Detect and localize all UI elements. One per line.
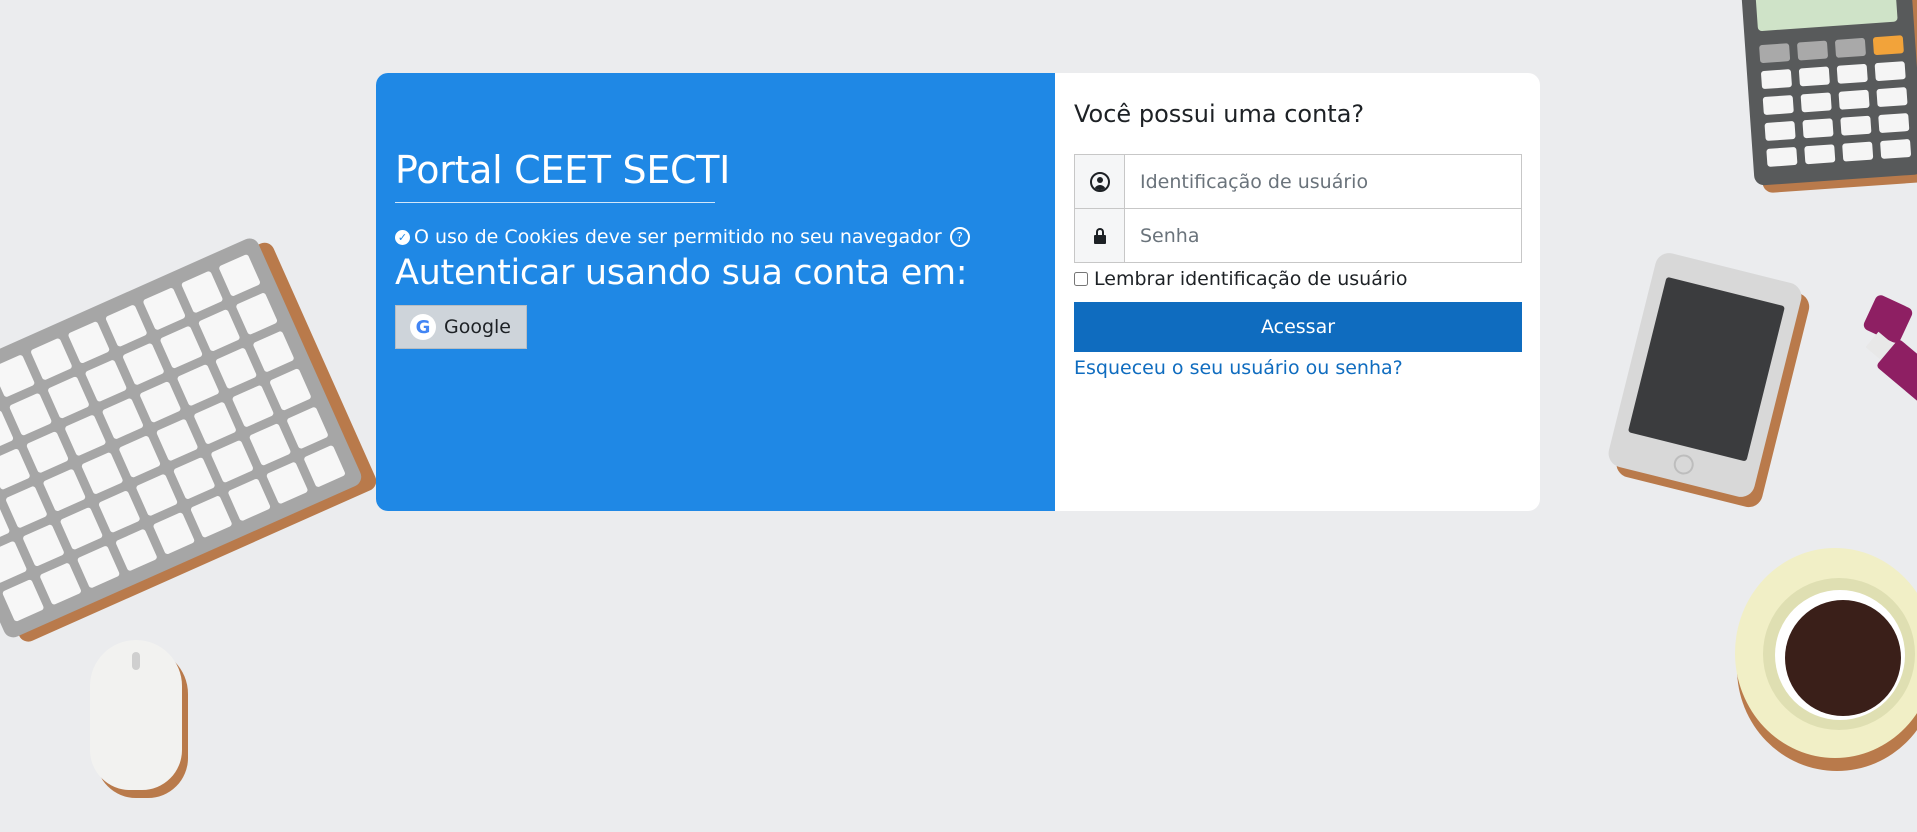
brand-panel: Portal CEET SECTI ✓ O uso de Cookies dev… (376, 73, 1055, 511)
lock-icon (1093, 227, 1106, 244)
forgot-password-link[interactable]: Esqueceu o seu usuário ou senha? (1074, 355, 1403, 381)
username-addon (1075, 155, 1125, 208)
question-circle-icon[interactable]: ? (949, 227, 970, 247)
calculator-illustration (1740, 0, 1917, 196)
keyboard-illustration (0, 231, 382, 659)
password-addon (1075, 209, 1125, 262)
login-form-panel: Você possui uma conta? Lembrar identific… (1055, 73, 1540, 511)
login-button[interactable]: Acessar (1074, 302, 1522, 352)
username-field-group (1074, 154, 1522, 209)
cookies-notice: ✓ O uso de Cookies deve ser permitido no… (395, 225, 970, 249)
google-login-button[interactable]: G Google (395, 305, 527, 349)
coffee-cup-illustration (1735, 548, 1917, 773)
user-circle-icon (1089, 171, 1110, 192)
cookies-notice-text: O uso de Cookies deve ser permitido no s… (414, 226, 942, 248)
google-login-label: Google (444, 316, 512, 338)
site-title: Portal CEET SECTI (395, 148, 731, 192)
google-icon: G (410, 314, 436, 340)
mouse-illustration (90, 640, 190, 800)
username-input[interactable] (1125, 155, 1521, 208)
password-field-group (1074, 208, 1522, 263)
phone-illustration (1605, 250, 1813, 511)
remember-username-label: Lembrar identificação de usuário (1094, 268, 1408, 290)
remember-username[interactable]: Lembrar identificação de usuário (1074, 267, 1408, 291)
login-card: Portal CEET SECTI ✓ O uso de Cookies dev… (376, 73, 1540, 511)
identity-providers-heading: Autenticar usando sua conta em: (395, 253, 968, 293)
login-heading: Você possui uma conta? (1074, 100, 1365, 128)
title-divider (395, 202, 715, 203)
remember-username-checkbox[interactable] (1074, 272, 1088, 286)
password-input[interactable] (1125, 209, 1521, 262)
usb-drive-illustration (1860, 326, 1917, 431)
check-circle-icon: ✓ (395, 229, 410, 245)
